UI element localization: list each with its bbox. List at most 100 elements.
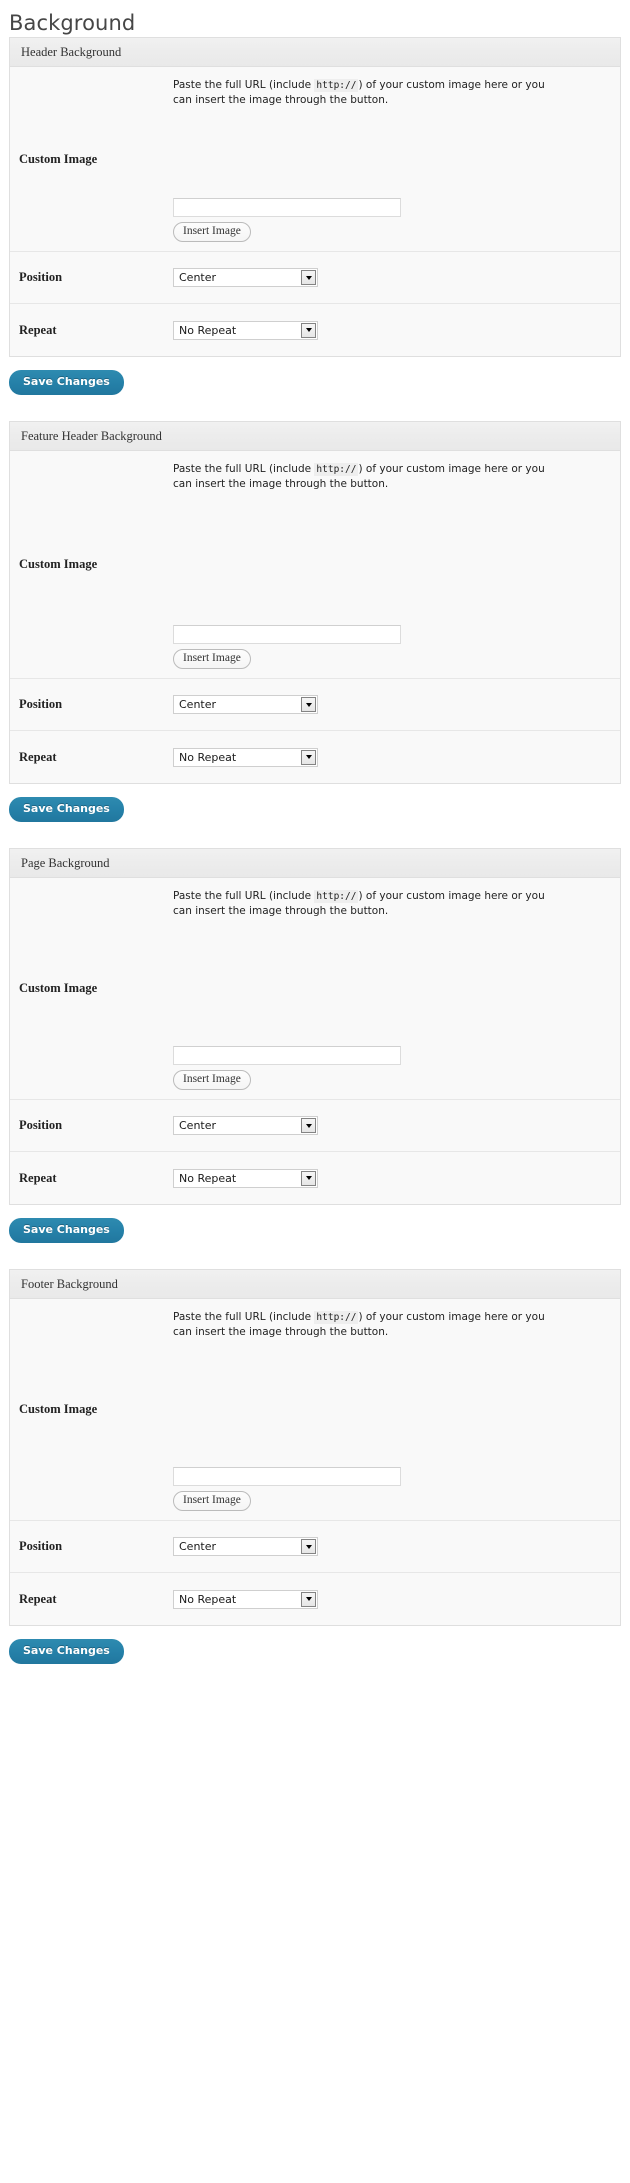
custom-image-label: Custom Image [10,878,167,1099]
custom-image-controls: Insert Image [173,198,610,242]
repeat-select[interactable]: No Repeat [173,1590,318,1609]
custom-image-description: Paste the full URL (include http://) of … [173,78,563,107]
repeat-row: Repeat No Repeat [10,731,620,783]
panel-body: Custom Image Paste the full URL (include… [10,1299,620,1625]
settings-panel: Footer Background Custom Image Paste the… [9,1269,621,1626]
chevron-down-icon[interactable] [301,270,316,285]
position-label: Position [10,252,167,303]
repeat-select[interactable]: No Repeat [173,1169,318,1188]
background-settings-page: Background Header Background Custom Imag… [0,0,630,1690]
position-row: Position Center [10,252,620,304]
repeat-row: Repeat No Repeat [10,1152,620,1204]
repeat-select-value: No Repeat [174,322,236,339]
position-field: Center [167,679,620,730]
position-select[interactable]: Center [173,1537,318,1556]
repeat-select[interactable]: No Repeat [173,748,318,767]
position-select-value: Center [174,269,216,286]
chevron-down-icon[interactable] [301,1171,316,1186]
repeat-label: Repeat [10,304,167,356]
repeat-label: Repeat [10,731,167,783]
image-url-input[interactable] [173,625,401,644]
chevron-down-icon[interactable] [301,1592,316,1607]
settings-section-footer-background: Footer Background Custom Image Paste the… [0,1269,630,1690]
custom-image-label: Custom Image [10,67,167,251]
url-scheme-code: http:// [314,79,358,92]
insert-image-button[interactable]: Insert Image [173,649,251,669]
settings-section-header-background: Header Background Custom Image Paste the… [0,37,630,421]
insert-image-button[interactable]: Insert Image [173,222,251,242]
chevron-down-icon[interactable] [301,323,316,338]
chevron-down-icon[interactable] [301,1539,316,1554]
settings-panel: Header Background Custom Image Paste the… [9,37,621,357]
chevron-down-icon[interactable] [301,697,316,712]
settings-panel: Page Background Custom Image Paste the f… [9,848,621,1205]
repeat-select-value: No Repeat [174,1170,236,1187]
save-changes-button[interactable]: Save Changes [9,797,124,822]
custom-image-controls: Insert Image [173,625,610,669]
custom-image-label: Custom Image [10,1299,167,1520]
repeat-field: No Repeat [167,731,620,783]
save-changes-button[interactable]: Save Changes [9,1639,124,1664]
section-spacer [0,1243,630,1269]
position-row: Position Center [10,679,620,731]
custom-image-description: Paste the full URL (include http://) of … [173,462,563,491]
position-select-value: Center [174,1538,216,1555]
image-url-input[interactable] [173,1467,401,1486]
repeat-select-value: No Repeat [174,749,236,766]
image-url-input[interactable] [173,198,401,217]
url-scheme-code: http:// [314,890,358,903]
custom-image-field: Paste the full URL (include http://) of … [167,451,620,678]
description-text-before: Paste the full URL (include [173,890,314,902]
insert-image-button[interactable]: Insert Image [173,1491,251,1511]
panel-header-title: Footer Background [10,1270,620,1299]
save-changes-button[interactable]: Save Changes [9,370,124,395]
panel-body: Custom Image Paste the full URL (include… [10,451,620,783]
insert-image-button[interactable]: Insert Image [173,1070,251,1090]
custom-image-row: Custom Image Paste the full URL (include… [10,1299,620,1521]
description-text-before: Paste the full URL (include [173,1311,314,1323]
custom-image-row: Custom Image Paste the full URL (include… [10,67,620,252]
custom-image-row: Custom Image Paste the full URL (include… [10,878,620,1100]
panel-header-title: Header Background [10,38,620,67]
custom-image-description: Paste the full URL (include http://) of … [173,1310,563,1339]
section-spacer [0,1664,630,1690]
repeat-field: No Repeat [167,304,620,356]
position-select-value: Center [174,1117,216,1134]
chevron-down-icon[interactable] [301,750,316,765]
custom-image-controls: Insert Image [173,1046,610,1090]
position-select[interactable]: Center [173,695,318,714]
position-label: Position [10,1521,167,1572]
position-row: Position Center [10,1100,620,1152]
repeat-select-value: No Repeat [174,1591,236,1608]
url-scheme-code: http:// [314,463,358,476]
custom-image-row: Custom Image Paste the full URL (include… [10,451,620,679]
settings-section-page-background: Page Background Custom Image Paste the f… [0,848,630,1269]
panel-body: Custom Image Paste the full URL (include… [10,67,620,356]
settings-panel: Feature Header Background Custom Image P… [9,421,621,784]
description-text-before: Paste the full URL (include [173,79,314,91]
repeat-label: Repeat [10,1152,167,1204]
panel-body: Custom Image Paste the full URL (include… [10,878,620,1204]
chevron-down-icon[interactable] [301,1118,316,1133]
save-row: Save Changes [0,1205,630,1243]
repeat-field: No Repeat [167,1573,620,1625]
custom-image-field: Paste the full URL (include http://) of … [167,878,620,1099]
repeat-row: Repeat No Repeat [10,1573,620,1625]
section-spacer [0,822,630,848]
custom-image-field: Paste the full URL (include http://) of … [167,1299,620,1520]
image-url-input[interactable] [173,1046,401,1065]
position-select-value: Center [174,696,216,713]
repeat-row: Repeat No Repeat [10,304,620,356]
save-row: Save Changes [0,784,630,822]
repeat-select[interactable]: No Repeat [173,321,318,340]
page-title: Background [0,0,630,37]
sections-container: Header Background Custom Image Paste the… [0,37,630,1690]
save-changes-button[interactable]: Save Changes [9,1218,124,1243]
position-label: Position [10,679,167,730]
position-select[interactable]: Center [173,1116,318,1135]
position-field: Center [167,252,620,303]
custom-image-description: Paste the full URL (include http://) of … [173,889,563,918]
position-select[interactable]: Center [173,268,318,287]
position-field: Center [167,1100,620,1151]
position-row: Position Center [10,1521,620,1573]
